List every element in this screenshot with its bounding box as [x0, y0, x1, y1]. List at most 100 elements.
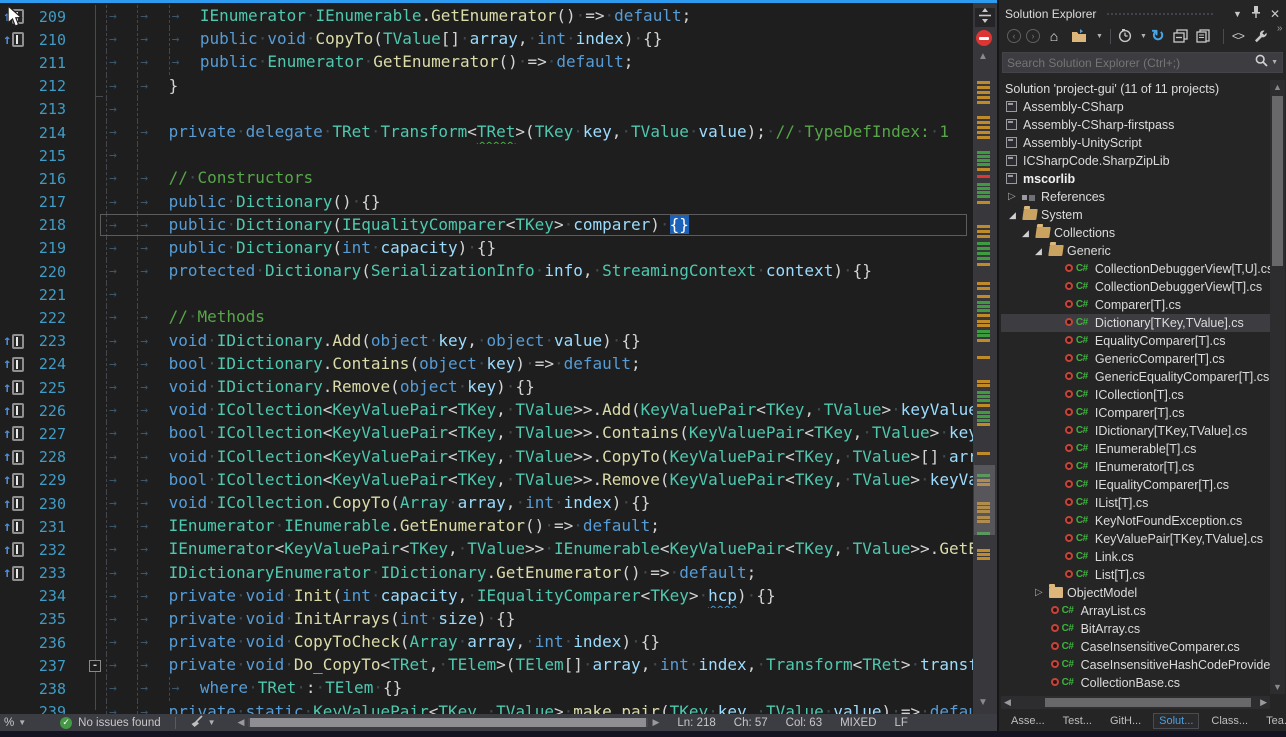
code-line[interactable]: ↑229→→bool·ICollection<KeyValuePair<TKey…	[0, 469, 973, 492]
tree-row[interactable]: C#IList[T].cs	[1001, 494, 1270, 512]
code-line[interactable]: 217→→public·Dictionary()·{}	[0, 191, 973, 214]
override-arrow-icon[interactable]: ↑	[0, 422, 28, 445]
editor-scrollbar-thumb[interactable]	[974, 465, 995, 535]
line-number[interactable]: 209	[28, 8, 66, 26]
line-number[interactable]: 224	[28, 355, 66, 373]
properties-wrench-icon[interactable]	[1252, 27, 1270, 45]
code-line[interactable]: 214→→private·delegate·TRet·Transform<TRe…	[0, 121, 973, 144]
toolbar-overflow-icon[interactable]: »	[1277, 23, 1283, 34]
code-line[interactable]: 216→→//·Constructors	[0, 167, 973, 190]
override-arrow-icon[interactable]: ↑	[0, 469, 28, 492]
code-line[interactable]: 222→→//·Methods	[0, 306, 973, 329]
tree-row[interactable]: ◢Collections	[1001, 224, 1270, 242]
code-line[interactable]: 238→→→where·TRet·:·TElem·{}	[0, 677, 973, 700]
code-line[interactable]: 219→→public·Dictionary(int·capacity)·{}	[0, 237, 973, 260]
code-line[interactable]: 213→	[0, 98, 973, 121]
tree-vscrollbar[interactable]: ▲ ▼	[1270, 80, 1285, 694]
code-line[interactable]: ↑230→→void·ICollection.CopyTo(Array·arra…	[0, 492, 973, 515]
tree-row[interactable]: C#CaseInsensitiveHashCodeProvider.cs	[1001, 656, 1270, 674]
tree-row[interactable]: C#KeyValuePair[TKey,TValue].cs	[1001, 530, 1270, 548]
code-line[interactable]: 221→	[0, 283, 973, 306]
tree-row[interactable]: C#GenericComparer[T].cs	[1001, 350, 1270, 368]
override-arrow-icon[interactable]: ↑	[0, 353, 28, 376]
override-arrow-icon[interactable]: ↑	[0, 399, 28, 422]
code-cleanup-broom-icon[interactable]	[190, 715, 204, 731]
code-line[interactable]: 234→→private·void·Init(int·capacity,·IEq…	[0, 585, 973, 608]
code-line[interactable]: 237→→private·void·Do_CopyTo<TRet,·TElem>…	[0, 654, 973, 677]
tree-vscrollbar-thumb[interactable]	[1272, 96, 1283, 266]
tree-row[interactable]: C#IComparer[T].cs	[1001, 404, 1270, 422]
tree-row[interactable]: C#CaseInsensitiveComparer.cs	[1001, 638, 1270, 656]
line-number[interactable]: 213	[28, 100, 66, 118]
tree-row[interactable]: C#KeyNotFoundException.cs	[1001, 512, 1270, 530]
tree-row[interactable]: ▷ObjectModel	[1001, 584, 1270, 602]
tree-scroll-down-arrow[interactable]: ▼	[1273, 682, 1282, 692]
tree-hscroll-left-arrow[interactable]: ◀	[1004, 697, 1011, 708]
tree-row[interactable]: C#GenericEqualityComparer[T].cs	[1001, 368, 1270, 386]
line-number[interactable]: 237	[28, 657, 66, 675]
code-line[interactable]: ↑233→→IDictionaryEnumerator·IDictionary.…	[0, 562, 973, 585]
tree-row[interactable]: C#List[T].cs	[1001, 566, 1270, 584]
code-line[interactable]: 212→→}	[0, 75, 973, 98]
tree-row[interactable]: C#Link.cs	[1001, 548, 1270, 566]
pin-icon[interactable]	[1251, 6, 1261, 21]
tree-row[interactable]: Assembly-CSharp	[1001, 98, 1270, 116]
line-number[interactable]: 210	[28, 31, 66, 49]
override-arrow-icon[interactable]: ↑	[0, 515, 28, 538]
scroll-down-arrow[interactable]: ▼	[978, 697, 988, 708]
home-icon[interactable]: ⌂	[1045, 27, 1063, 45]
tree-row[interactable]: C#IEnumerator[T].cs	[1001, 458, 1270, 476]
line-number[interactable]: 218	[28, 216, 66, 234]
line-number[interactable]: 221	[28, 286, 66, 304]
panel-tab-tea[interactable]: Tea...	[1260, 713, 1286, 729]
hscroll-right-arrow[interactable]: ▶	[652, 717, 659, 728]
tree-row[interactable]: C#CollectionDebuggerView[T].cs	[1001, 278, 1270, 296]
code-line[interactable]: ↑209→→→IEnumerator·IEnumerable.GetEnumer…	[0, 5, 973, 28]
line-number[interactable]: 232	[28, 541, 66, 559]
tree-row[interactable]: C#ArrayList.cs	[1001, 602, 1270, 620]
line-number[interactable]: 231	[28, 518, 66, 536]
collapse-all-icon[interactable]	[1172, 27, 1190, 45]
code-line[interactable]: 220→→protected·Dictionary(SerializationI…	[0, 260, 973, 283]
expander-expanded-icon[interactable]: ◢	[1022, 224, 1029, 242]
tree-row[interactable]: C#BitArray.cs	[1001, 620, 1270, 638]
view-code-icon[interactable]: <>	[1229, 27, 1247, 45]
editor-scrollbar[interactable]: ▲ ▼	[973, 3, 997, 714]
code-line[interactable]: 211→→→public·Enumerator·GetEnumerator()·…	[0, 51, 973, 74]
line-number[interactable]: 214	[28, 124, 66, 142]
tree-hscrollbar-thumb[interactable]	[1045, 698, 1251, 707]
line-number[interactable]: 220	[28, 263, 66, 281]
solution-explorer-titlebar[interactable]: Solution Explorer ▼ ✕	[999, 0, 1286, 23]
sync-with-active-document-icon[interactable]	[1195, 27, 1213, 45]
line-number[interactable]: 227	[28, 425, 66, 443]
filter-caret-icon[interactable]: ▼	[1140, 33, 1147, 40]
search-input[interactable]	[1003, 56, 1255, 70]
refresh-icon[interactable]: ↻	[1149, 27, 1167, 45]
line-number[interactable]: 215	[28, 147, 66, 165]
expander-collapsed-icon[interactable]: ▷	[1035, 584, 1043, 602]
line-number[interactable]: 219	[28, 239, 66, 257]
override-arrow-icon[interactable]: ↑	[0, 538, 28, 561]
solution-tree[interactable]: Solution 'project-gui' (11 of 11 project…	[1001, 80, 1270, 692]
code-line[interactable]: 239→→private·static·KeyValuePair<TKey,·T…	[0, 701, 973, 714]
panel-tab-gith[interactable]: GitH...	[1104, 713, 1147, 729]
hscroll-left-arrow[interactable]: ◀	[238, 717, 245, 728]
tree-row[interactable]: C#Comparer[T].cs	[1001, 296, 1270, 314]
line-number[interactable]: 235	[28, 610, 66, 628]
override-arrow-icon[interactable]: ↑	[0, 562, 28, 585]
tree-row[interactable]: mscorlib	[1001, 170, 1270, 188]
fold-collapse-button[interactable]: -	[89, 660, 101, 672]
tree-hscroll-right-arrow[interactable]: ▶	[1260, 697, 1267, 708]
split-editor-handle-icon[interactable]	[975, 8, 995, 27]
tree-row[interactable]: ▷References	[1001, 188, 1270, 206]
tree-row[interactable]: C#CollectionDebuggerView[T,U].cs	[1001, 260, 1270, 278]
cleanup-caret-icon[interactable]: ▼	[208, 718, 216, 727]
expander-expanded-icon[interactable]: ◢	[1009, 206, 1016, 224]
panel-tab-class[interactable]: Class...	[1205, 713, 1254, 729]
scroll-up-arrow[interactable]: ▲	[978, 51, 988, 62]
zoom-caret-icon[interactable]: ▼	[18, 718, 26, 727]
code-line[interactable]: ↑225→→void·IDictionary.Remove(object·key…	[0, 376, 973, 399]
tree-row[interactable]: Assembly-CSharp-firstpass	[1001, 116, 1270, 134]
line-number[interactable]: 222	[28, 309, 66, 327]
code-editor[interactable]: ↑209→→→IEnumerator·IEnumerable.GetEnumer…	[0, 5, 973, 714]
